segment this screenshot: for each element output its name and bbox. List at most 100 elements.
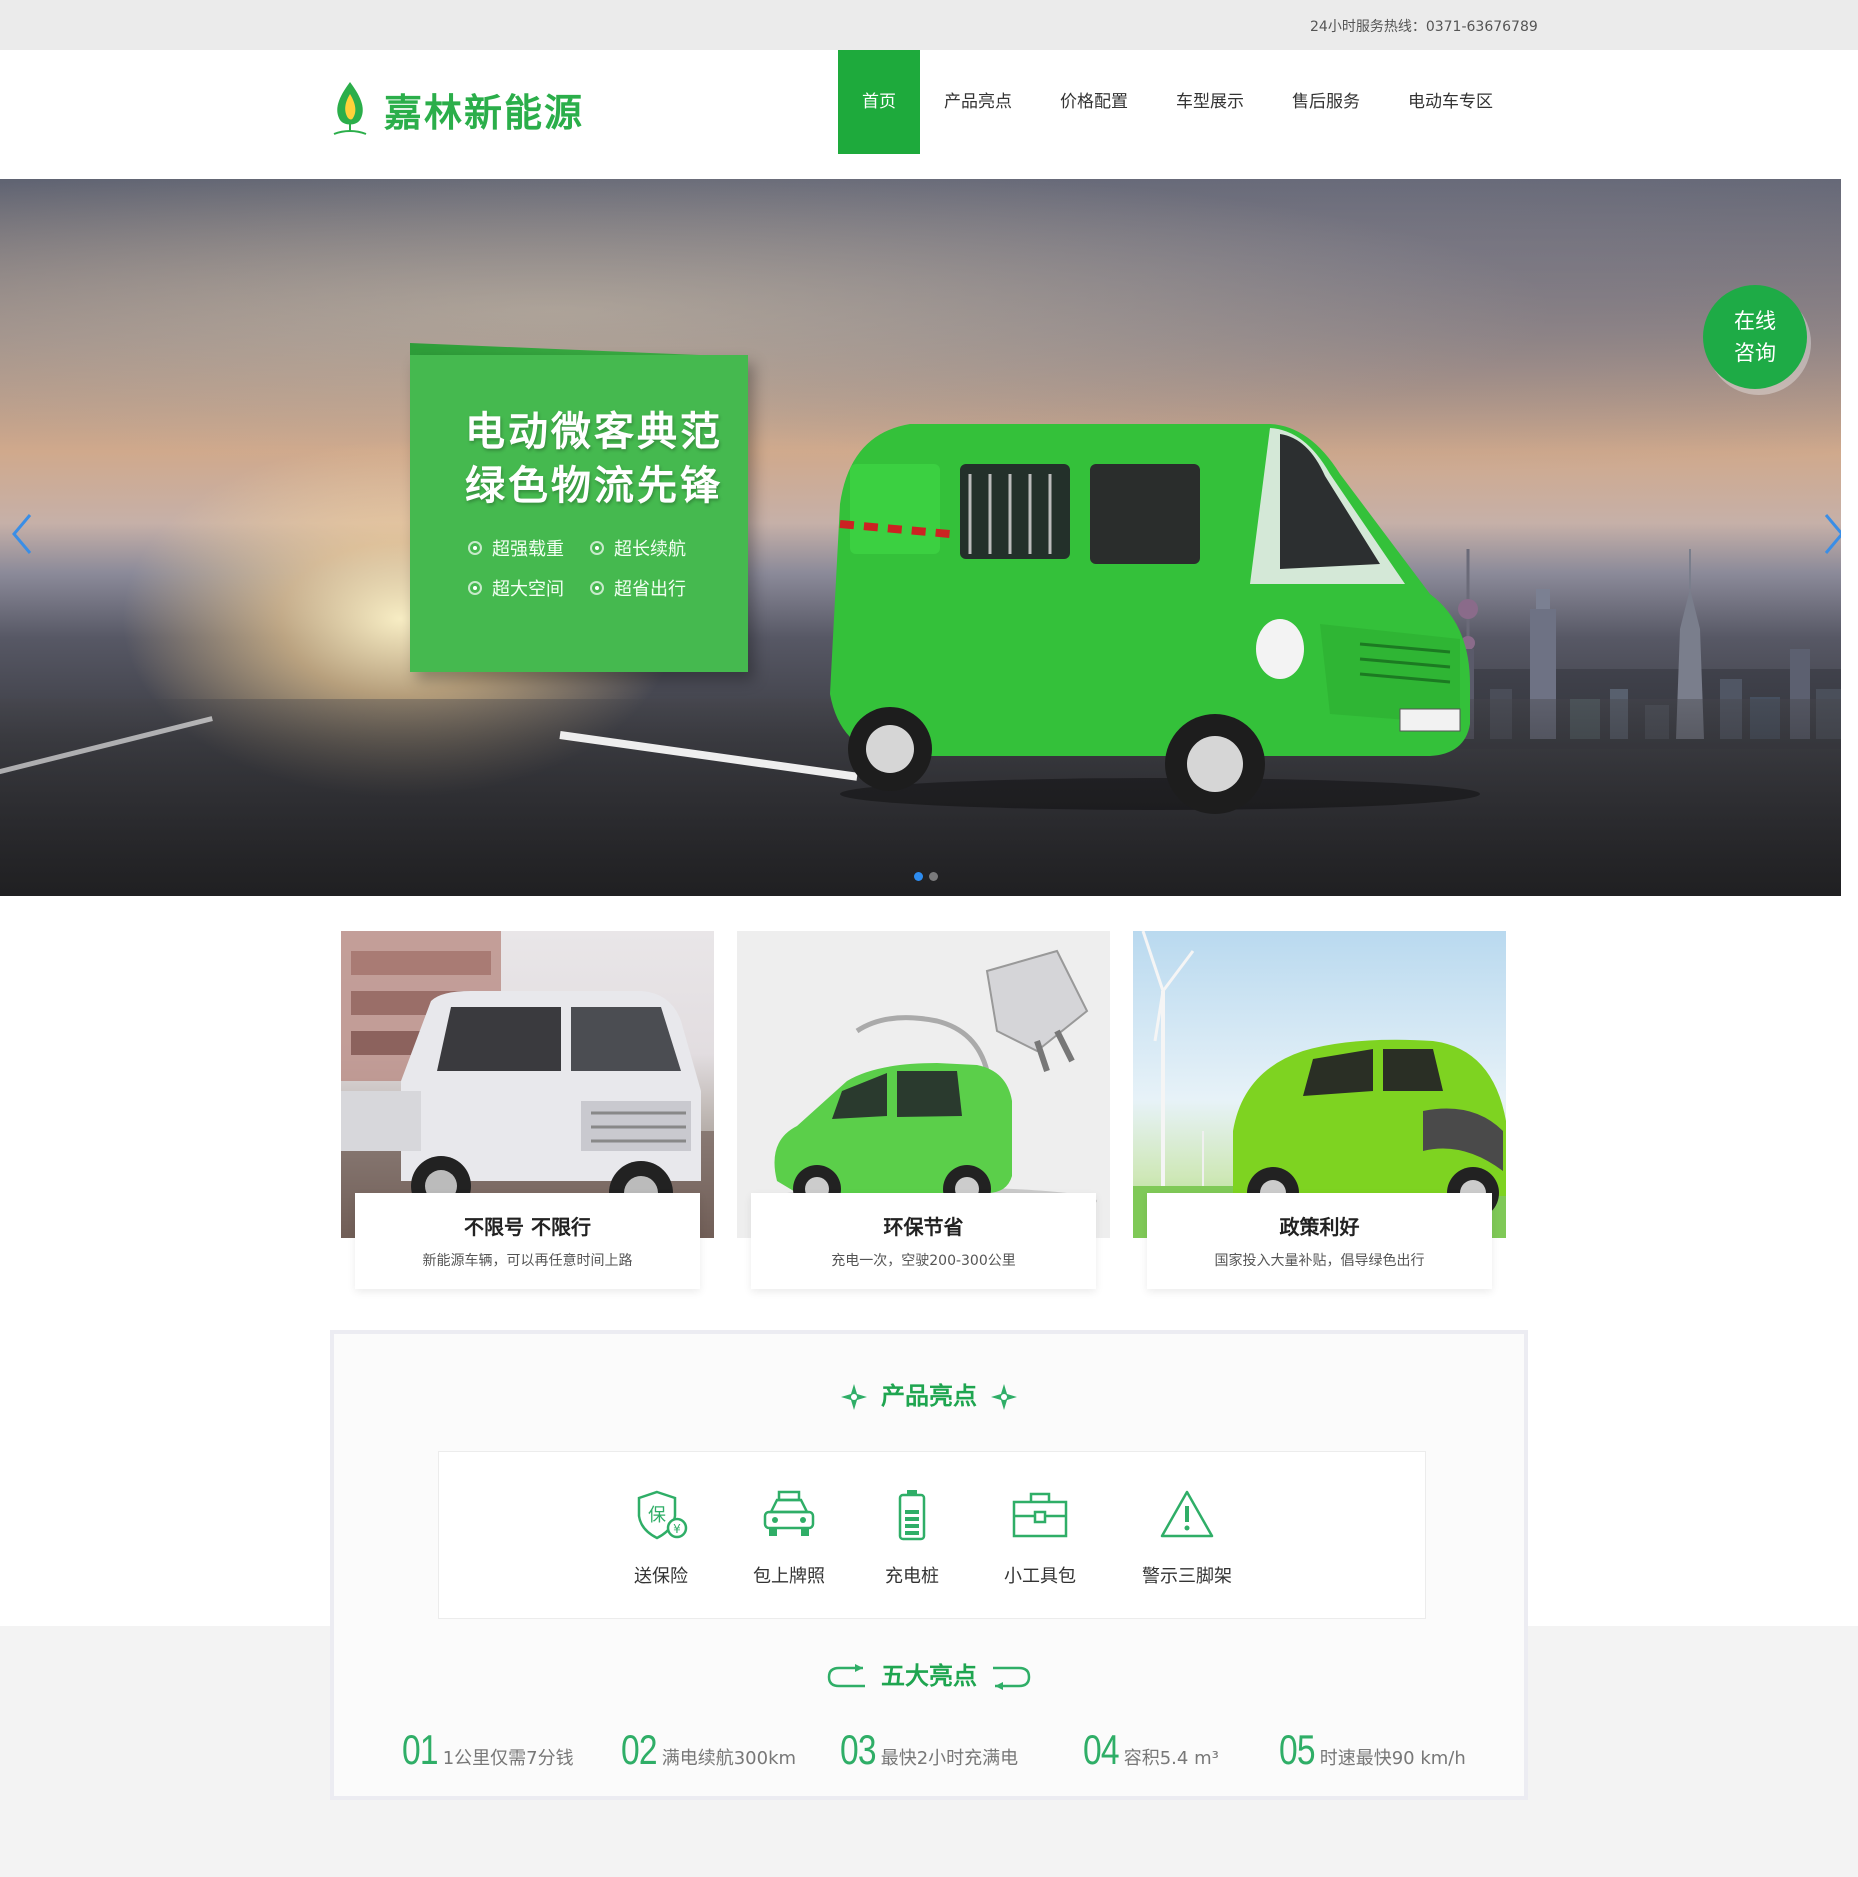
card-desc: 新能源车辆，可以再任意时间上路 bbox=[422, 1253, 633, 1269]
svg-text:¥: ¥ bbox=[673, 1522, 681, 1536]
product-highlights-panel: 产品亮点 保 ¥ 送保险 包上牌照 充电桩 小工具包 警示三脚架 五大亮点 01… bbox=[330, 1330, 1528, 1800]
site-header: 嘉林新能源 首页 产品亮点 价格配置 车型展示 售后服务 电动车专区 bbox=[0, 50, 1858, 179]
nav-item-pricing[interactable]: 价格配置 bbox=[1036, 50, 1152, 154]
bullet-icon bbox=[590, 581, 604, 595]
main-nav: 首页 产品亮点 价格配置 车型展示 售后服务 电动车专区 bbox=[838, 50, 1517, 154]
card-title: 环保节省 bbox=[883, 1215, 964, 1239]
card-caption: 环保节省 充电一次，空驶200-300公里 bbox=[751, 1193, 1096, 1289]
perks-box: 保 ¥ 送保险 包上牌照 充电桩 小工具包 警示三脚架 bbox=[438, 1451, 1426, 1619]
green-van-image bbox=[830, 424, 1480, 814]
toolbox-icon bbox=[1012, 1492, 1068, 1538]
highlight-item: 03 最快2小时充满电 bbox=[840, 1726, 1018, 1774]
highlight-item: 04 容积5.4 m³ bbox=[1083, 1726, 1219, 1774]
car-license-icon bbox=[763, 1490, 815, 1536]
promo-feature-label: 超强载重 bbox=[492, 539, 564, 560]
nav-item-after-sales[interactable]: 售后服务 bbox=[1268, 50, 1384, 154]
card-title: 不限号 不限行 bbox=[464, 1215, 591, 1239]
section-title: 产品亮点 bbox=[334, 1376, 1524, 1411]
card-desc: 国家投入大量补贴，倡导绿色出行 bbox=[1214, 1253, 1425, 1269]
insurance-glyph: 保 bbox=[648, 1505, 666, 1526]
policy-car-image bbox=[1133, 931, 1506, 1238]
promo-headline-line1: 电动微客典范 bbox=[465, 409, 723, 455]
highlight-text: 时速最快90 km/h bbox=[1319, 1748, 1466, 1769]
perk-warning-tripod[interactable]: 警示三脚架 bbox=[1142, 1488, 1232, 1588]
highlight-text: 最快2小时充满电 bbox=[880, 1748, 1019, 1769]
highlight-number: 02 bbox=[621, 1726, 658, 1773]
green-smart-car-illustration bbox=[1133, 931, 1506, 1238]
bullet-icon bbox=[468, 541, 482, 555]
brand-name: 嘉林新能源 bbox=[384, 90, 585, 135]
hero-banner: 电动微客典范 绿色物流先锋 超强载重 超长续航 超大空间 超省出行 在线 咨询 bbox=[0, 179, 1841, 896]
perk-label: 包上牌照 bbox=[753, 1566, 825, 1587]
nav-item-ev-zone[interactable]: 电动车专区 bbox=[1384, 50, 1517, 154]
highlight-item: 01 1公里仅需7分钱 bbox=[402, 1726, 574, 1774]
highlight-item: 05 时速最快90 km/h bbox=[1279, 1726, 1466, 1774]
warning-triangle-icon bbox=[1160, 1490, 1214, 1538]
nav-item-models[interactable]: 车型展示 bbox=[1152, 50, 1268, 154]
site-logo[interactable]: 嘉林新能源 bbox=[330, 79, 584, 139]
slide-indicators bbox=[914, 872, 944, 881]
truck-image bbox=[341, 931, 714, 1238]
perk-label: 充电桩 bbox=[885, 1566, 939, 1587]
leaf-logo-icon bbox=[333, 82, 367, 135]
service-hotline: 24小时服务热线：0371-63676789 bbox=[1310, 16, 1538, 36]
promo-feature: 超大空间 bbox=[468, 575, 564, 601]
promo-feature-label: 超大空间 bbox=[492, 579, 564, 600]
charging-car-image bbox=[737, 931, 1110, 1238]
highlight-number: 01 bbox=[402, 1726, 439, 1773]
chevron-left-icon[interactable] bbox=[8, 509, 38, 559]
highlight-text: 满电续航300km bbox=[661, 1748, 797, 1769]
sparkle-icon bbox=[841, 1384, 867, 1410]
perk-license-plate[interactable]: 包上牌照 bbox=[753, 1488, 825, 1588]
five-highlights-title-text: 五大亮点 bbox=[881, 1662, 977, 1690]
arrow-loop-right-icon bbox=[993, 1666, 1031, 1690]
promo-feature-label: 超长续航 bbox=[614, 539, 686, 560]
slide-dot[interactable] bbox=[914, 872, 923, 881]
promo-feature: 超长续航 bbox=[590, 535, 686, 561]
feature-card-unrestricted[interactable]: 不限号 不限行 新能源车辆，可以再任意时间上路 bbox=[341, 931, 714, 1291]
highlight-number: 04 bbox=[1083, 1726, 1120, 1773]
feature-card-policy[interactable]: 政策利好 国家投入大量补贴，倡导绿色出行 bbox=[1133, 931, 1506, 1291]
green-car-plug-illustration bbox=[757, 949, 1097, 1215]
perk-label: 小工具包 bbox=[1004, 1566, 1076, 1587]
battery-icon bbox=[898, 1490, 926, 1541]
nav-item-home[interactable]: 首页 bbox=[838, 50, 920, 154]
slide-dot[interactable] bbox=[929, 872, 938, 881]
nav-item-product-highlights[interactable]: 产品亮点 bbox=[920, 50, 1036, 154]
online-consult-button[interactable]: 在线 咨询 bbox=[1703, 285, 1807, 389]
highlight-number: 03 bbox=[840, 1726, 877, 1773]
perk-insurance[interactable]: 保 ¥ 送保险 bbox=[633, 1488, 689, 1588]
card-desc: 充电一次，空驶200-300公里 bbox=[831, 1253, 1016, 1269]
card-title: 政策利好 bbox=[1279, 1215, 1360, 1239]
promo-box: 电动微客典范 绿色物流先锋 超强载重 超长续航 超大空间 超省出行 bbox=[410, 355, 748, 672]
hotline-label: 24小时服务热线： bbox=[1310, 19, 1426, 35]
section-title-text: 产品亮点 bbox=[881, 1382, 977, 1410]
promo-headline-line2: 绿色物流先锋 bbox=[465, 463, 723, 509]
consult-line2: 咨询 bbox=[1734, 341, 1776, 365]
perk-label: 警示三脚架 bbox=[1142, 1566, 1232, 1587]
perk-charging-pile[interactable]: 充电桩 bbox=[885, 1488, 939, 1588]
card-caption: 不限号 不限行 新能源车辆，可以再任意时间上路 bbox=[355, 1193, 700, 1289]
hotline-number: 0371-63676789 bbox=[1425, 19, 1538, 35]
chevron-right-icon[interactable] bbox=[1820, 509, 1841, 559]
bullet-icon bbox=[590, 541, 604, 555]
highlight-text: 1公里仅需7分钱 bbox=[442, 1748, 574, 1769]
promo-feature-label: 超省出行 bbox=[614, 579, 686, 600]
arrow-loop-left-icon bbox=[827, 1664, 865, 1688]
card-caption: 政策利好 国家投入大量补贴，倡导绿色出行 bbox=[1147, 1193, 1492, 1289]
perk-toolkit[interactable]: 小工具包 bbox=[1004, 1488, 1076, 1588]
five-highlights-title: 五大亮点 bbox=[334, 1656, 1524, 1691]
sparkle-icon bbox=[991, 1384, 1017, 1410]
top-bar: 24小时服务热线：0371-63676789 bbox=[0, 0, 1858, 50]
highlight-item: 02 满电续航300km bbox=[621, 1726, 796, 1774]
white-truck-illustration bbox=[341, 931, 714, 1238]
promo-feature: 超省出行 bbox=[590, 575, 686, 601]
promo-feature: 超强载重 bbox=[468, 535, 564, 561]
feature-card-eco-saving[interactable]: 环保节省 充电一次，空驶200-300公里 bbox=[737, 931, 1110, 1291]
insurance-shield-icon: 保 ¥ bbox=[637, 1490, 688, 1540]
highlight-number: 05 bbox=[1279, 1726, 1316, 1773]
consult-line1: 在线 bbox=[1734, 309, 1776, 333]
highlight-text: 容积5.4 m³ bbox=[1123, 1748, 1219, 1769]
perk-label: 送保险 bbox=[634, 1566, 688, 1587]
bullet-icon bbox=[468, 581, 482, 595]
